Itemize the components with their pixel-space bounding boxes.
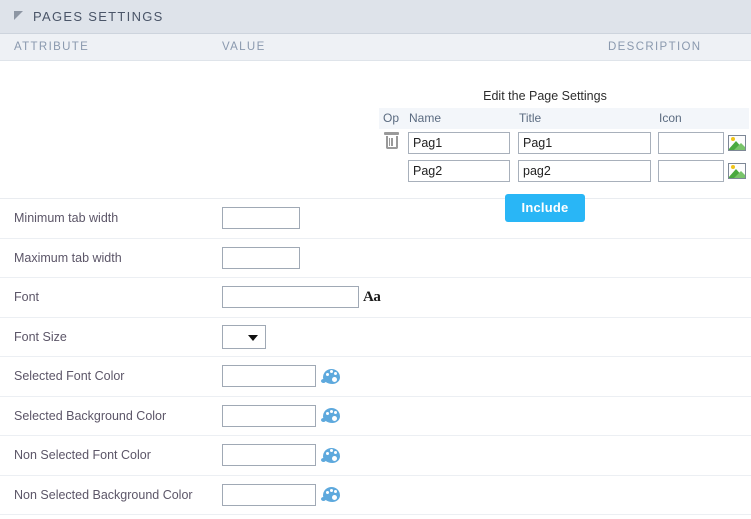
font-input[interactable] <box>222 286 359 308</box>
column-header-value: VALUE <box>222 41 266 53</box>
page-icon-input-2[interactable] <box>658 160 724 182</box>
page-name-input-2[interactable] <box>408 160 510 182</box>
color-palette-icon[interactable] <box>323 369 340 384</box>
setting-label: Non Selected Font Color <box>0 448 222 462</box>
page-title: PAGES SETTINGS <box>33 9 164 24</box>
setting-value <box>222 484 340 506</box>
chevron-down-icon <box>248 335 258 341</box>
setting-label: Selected Background Color <box>0 409 222 423</box>
setting-label: Selected Font Color <box>0 369 222 383</box>
page-icon-input-1[interactable] <box>658 132 724 154</box>
column-header-row: ATTRIBUTE VALUE DESCRIPTION <box>0 34 751 61</box>
setting-value <box>222 365 340 387</box>
image-picker-icon[interactable] <box>728 163 746 179</box>
pages-col-title: Title <box>515 108 655 129</box>
setting-value: Aa <box>222 286 380 308</box>
non-selected-background-color-input[interactable] <box>222 484 316 506</box>
color-palette-icon[interactable] <box>323 408 340 423</box>
setting-value <box>222 405 340 427</box>
pages-settings-panel: PAGES SETTINGS ATTRIBUTE VALUE DESCRIPTI… <box>0 0 751 519</box>
page-editor-caption: Edit the Page Settings <box>379 61 727 108</box>
column-header-attribute: ATTRIBUTE <box>14 41 89 53</box>
page-name-input-1[interactable] <box>408 132 510 154</box>
setting-row-selected-background-color: Selected Background Color <box>0 397 751 437</box>
non-selected-font-color-input[interactable] <box>222 444 316 466</box>
panel-header: PAGES SETTINGS <box>0 0 751 34</box>
setting-label: Font <box>0 290 222 304</box>
color-palette-icon[interactable] <box>323 448 340 463</box>
setting-row-font-size: Font Size <box>0 318 751 358</box>
setting-value <box>222 247 300 269</box>
selected-font-color-input[interactable] <box>222 365 316 387</box>
font-size-select[interactable] <box>222 325 266 349</box>
setting-label: Font Size <box>0 330 222 344</box>
setting-row-font: Font Aa <box>0 278 751 318</box>
page-editor: Edit the Page Settings Op Name Title Ico… <box>379 61 727 222</box>
setting-label: Maximum tab width <box>0 251 222 265</box>
setting-row-selected-font-color: Selected Font Color <box>0 357 751 397</box>
trash-icon[interactable] <box>384 132 399 149</box>
page-editor-row: Edit the Page Settings Op Name Title Ico… <box>0 61 751 199</box>
table-row <box>379 157 749 185</box>
column-header-description: DESCRIPTION <box>608 41 701 53</box>
pages-table: Op Name Title Icon <box>379 108 749 185</box>
setting-label: Minimum tab width <box>0 211 222 225</box>
setting-value <box>222 325 266 349</box>
pages-col-name: Name <box>405 108 515 129</box>
setting-value <box>222 444 340 466</box>
row-op-cell <box>379 129 405 157</box>
setting-value <box>222 207 300 229</box>
setting-label: Non Selected Background Color <box>0 488 222 502</box>
setting-row-non-selected-background-color: Non Selected Background Color <box>0 476 751 516</box>
include-button-wrap: Include <box>379 185 727 222</box>
include-button[interactable]: Include <box>505 194 586 222</box>
table-row <box>379 129 749 157</box>
image-picker-icon[interactable] <box>728 135 746 151</box>
font-picker-icon[interactable]: Aa <box>363 290 380 305</box>
maximum-tab-width-input[interactable] <box>222 247 300 269</box>
page-title-input-2[interactable] <box>518 160 651 182</box>
setting-row-non-selected-font-color: Non Selected Font Color <box>0 436 751 476</box>
setting-row-maximum-tab-width: Maximum tab width <box>0 239 751 279</box>
triangle-collapse-icon[interactable] <box>14 11 23 20</box>
minimum-tab-width-input[interactable] <box>222 207 300 229</box>
pages-col-icon: Icon <box>655 108 749 129</box>
page-title-input-1[interactable] <box>518 132 651 154</box>
color-palette-icon[interactable] <box>323 487 340 502</box>
row-op-cell <box>379 157 405 185</box>
pages-col-op: Op <box>379 108 405 129</box>
selected-background-color-input[interactable] <box>222 405 316 427</box>
pages-table-header: Op Name Title Icon <box>379 108 749 129</box>
